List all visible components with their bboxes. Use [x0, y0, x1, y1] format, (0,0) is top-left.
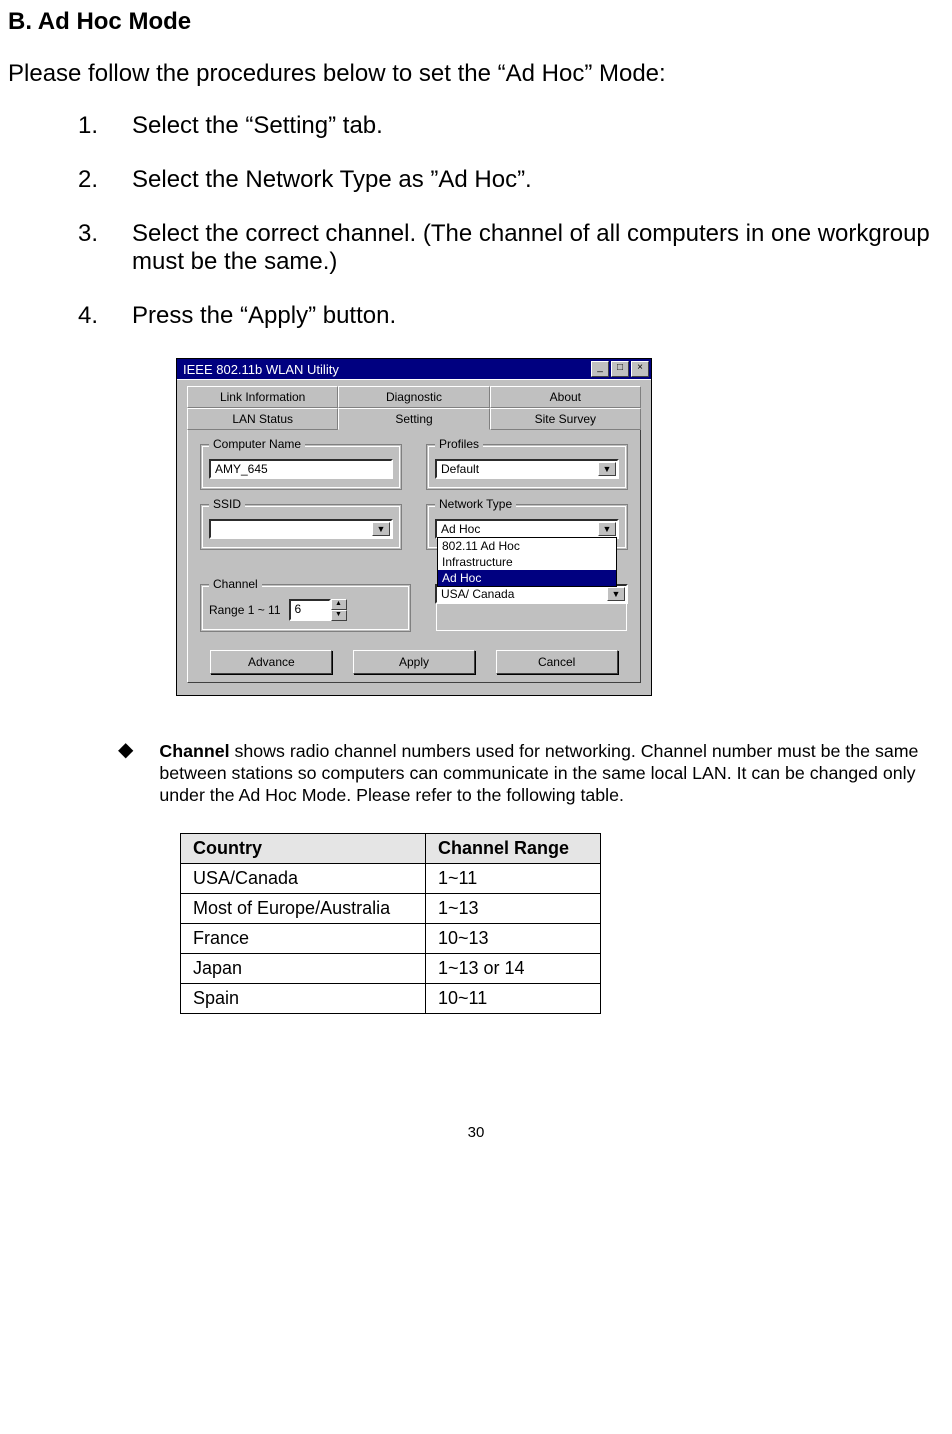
bullet-paragraph: Channel shows radio channel numbers used… [159, 740, 938, 807]
network-type-value: Ad Hoc [441, 522, 480, 536]
network-type-option[interactable]: 802.11 Ad Hoc [438, 538, 616, 554]
table-cell: USA/Canada [181, 863, 426, 893]
network-type-combo[interactable]: Ad Hoc ▼ 802.11 Ad Hoc Infrastructure Ad… [435, 519, 619, 539]
chevron-down-icon[interactable]: ▼ [372, 522, 390, 536]
group-label: Computer Name [209, 437, 305, 451]
table-cell: 1~13 [426, 893, 601, 923]
table-cell: Spain [181, 983, 426, 1013]
table-cell: 10~13 [426, 923, 601, 953]
group-label: Channel [209, 577, 262, 591]
channel-value[interactable]: 6 [289, 599, 331, 621]
step-text: Select the “Setting” tab. [128, 112, 944, 140]
bullet-text: shows radio channel numbers used for net… [159, 741, 918, 805]
group-label: SSID [209, 497, 245, 511]
step-number: 4. [78, 302, 128, 330]
group-channel: Channel Range 1 ~ 11 6 ▲ ▼ [200, 584, 411, 632]
chevron-down-icon[interactable]: ▼ [598, 462, 616, 476]
group-computer-name: Computer Name AMY_645 [200, 444, 402, 490]
table-row: Japan 1~13 or 14 [181, 953, 601, 983]
group-label: Network Type [435, 497, 516, 511]
table-row: France 10~13 [181, 923, 601, 953]
table-row: USA/Canada 1~11 [181, 863, 601, 893]
group-ssid: SSID ▼ [200, 504, 402, 550]
close-button[interactable]: × [631, 361, 649, 377]
spinner-down-icon[interactable]: ▼ [331, 610, 347, 621]
computer-name-value: AMY_645 [215, 462, 268, 476]
channel-spinner[interactable]: 6 ▲ ▼ [289, 599, 347, 621]
minimize-button[interactable]: _ [591, 361, 609, 377]
table-cell: Japan [181, 953, 426, 983]
wlan-utility-window: IEEE 802.11b WLAN Utility _ □ × Link Inf… [176, 358, 652, 696]
country-value: USA/ Canada [441, 587, 514, 601]
step-number: 3. [78, 220, 128, 276]
tab-lan-status[interactable]: LAN Status [187, 408, 338, 430]
maximize-button[interactable]: □ [611, 361, 629, 377]
network-type-option[interactable]: Ad Hoc [438, 570, 616, 586]
section-title: B. Ad Hoc Mode [8, 8, 944, 36]
cancel-button[interactable]: Cancel [496, 650, 618, 674]
step-number: 1. [78, 112, 128, 140]
network-type-dropdown[interactable]: 802.11 Ad Hoc Infrastructure Ad Hoc [437, 537, 617, 587]
chevron-down-icon[interactable]: ▼ [598, 522, 616, 536]
ssid-combo[interactable]: ▼ [209, 519, 393, 539]
profiles-combo[interactable]: Default ▼ [435, 459, 619, 479]
spinner-up-icon[interactable]: ▲ [331, 599, 347, 610]
table-row: Most of Europe/Australia 1~13 [181, 893, 601, 923]
table-header: Country [181, 833, 426, 863]
step-text: Press the “Apply” button. [128, 302, 944, 330]
profiles-value: Default [441, 462, 479, 476]
table-cell: 10~11 [426, 983, 601, 1013]
computer-name-input[interactable]: AMY_645 [209, 459, 393, 479]
country-combo[interactable]: USA/ Canada ▼ [435, 584, 628, 604]
table-cell: 1~11 [426, 863, 601, 893]
table-row: Spain 10~11 [181, 983, 601, 1013]
table-cell: France [181, 923, 426, 953]
window-title: IEEE 802.11b WLAN Utility [183, 362, 589, 377]
step-number: 2. [78, 166, 128, 194]
group-country: USA/ Canada ▼ [435, 584, 628, 632]
apply-button[interactable]: Apply [353, 650, 475, 674]
bullet-lead: Channel [159, 741, 229, 761]
tab-diagnostic[interactable]: Diagnostic [338, 386, 489, 408]
channel-range-table: Country Channel Range USA/Canada 1~11 Mo… [180, 833, 601, 1014]
steps-list: 1.Select the “Setting” tab. 2.Select the… [8, 112, 944, 330]
group-profiles: Profiles Default ▼ [426, 444, 628, 490]
window-titlebar: IEEE 802.11b WLAN Utility _ □ × [177, 359, 651, 379]
advance-button[interactable]: Advance [210, 650, 332, 674]
tab-setting[interactable]: Setting [338, 408, 489, 430]
step-text: Select the correct channel. (The channel… [128, 220, 944, 276]
tab-link-information[interactable]: Link Information [187, 386, 338, 408]
table-cell: 1~13 or 14 [426, 953, 601, 983]
step-text: Select the Network Type as ”Ad Hoc”. [128, 166, 944, 194]
page-number: 30 [8, 1124, 944, 1141]
tab-about[interactable]: About [490, 386, 641, 408]
group-label: Profiles [435, 437, 483, 451]
table-header-row: Country Channel Range [181, 833, 601, 863]
group-network-type: Network Type Ad Hoc ▼ 802.11 Ad Hoc Infr… [426, 504, 628, 550]
channel-range-label: Range 1 ~ 11 [209, 603, 281, 617]
table-header: Channel Range [426, 833, 601, 863]
tab-site-survey[interactable]: Site Survey [490, 408, 641, 430]
network-type-option[interactable]: Infrastructure [438, 554, 616, 570]
table-cell: Most of Europe/Australia [181, 893, 426, 923]
chevron-down-icon[interactable]: ▼ [607, 587, 625, 601]
intro-text: Please follow the procedures below to se… [8, 60, 944, 88]
bullet-icon: ◆ [118, 740, 159, 807]
